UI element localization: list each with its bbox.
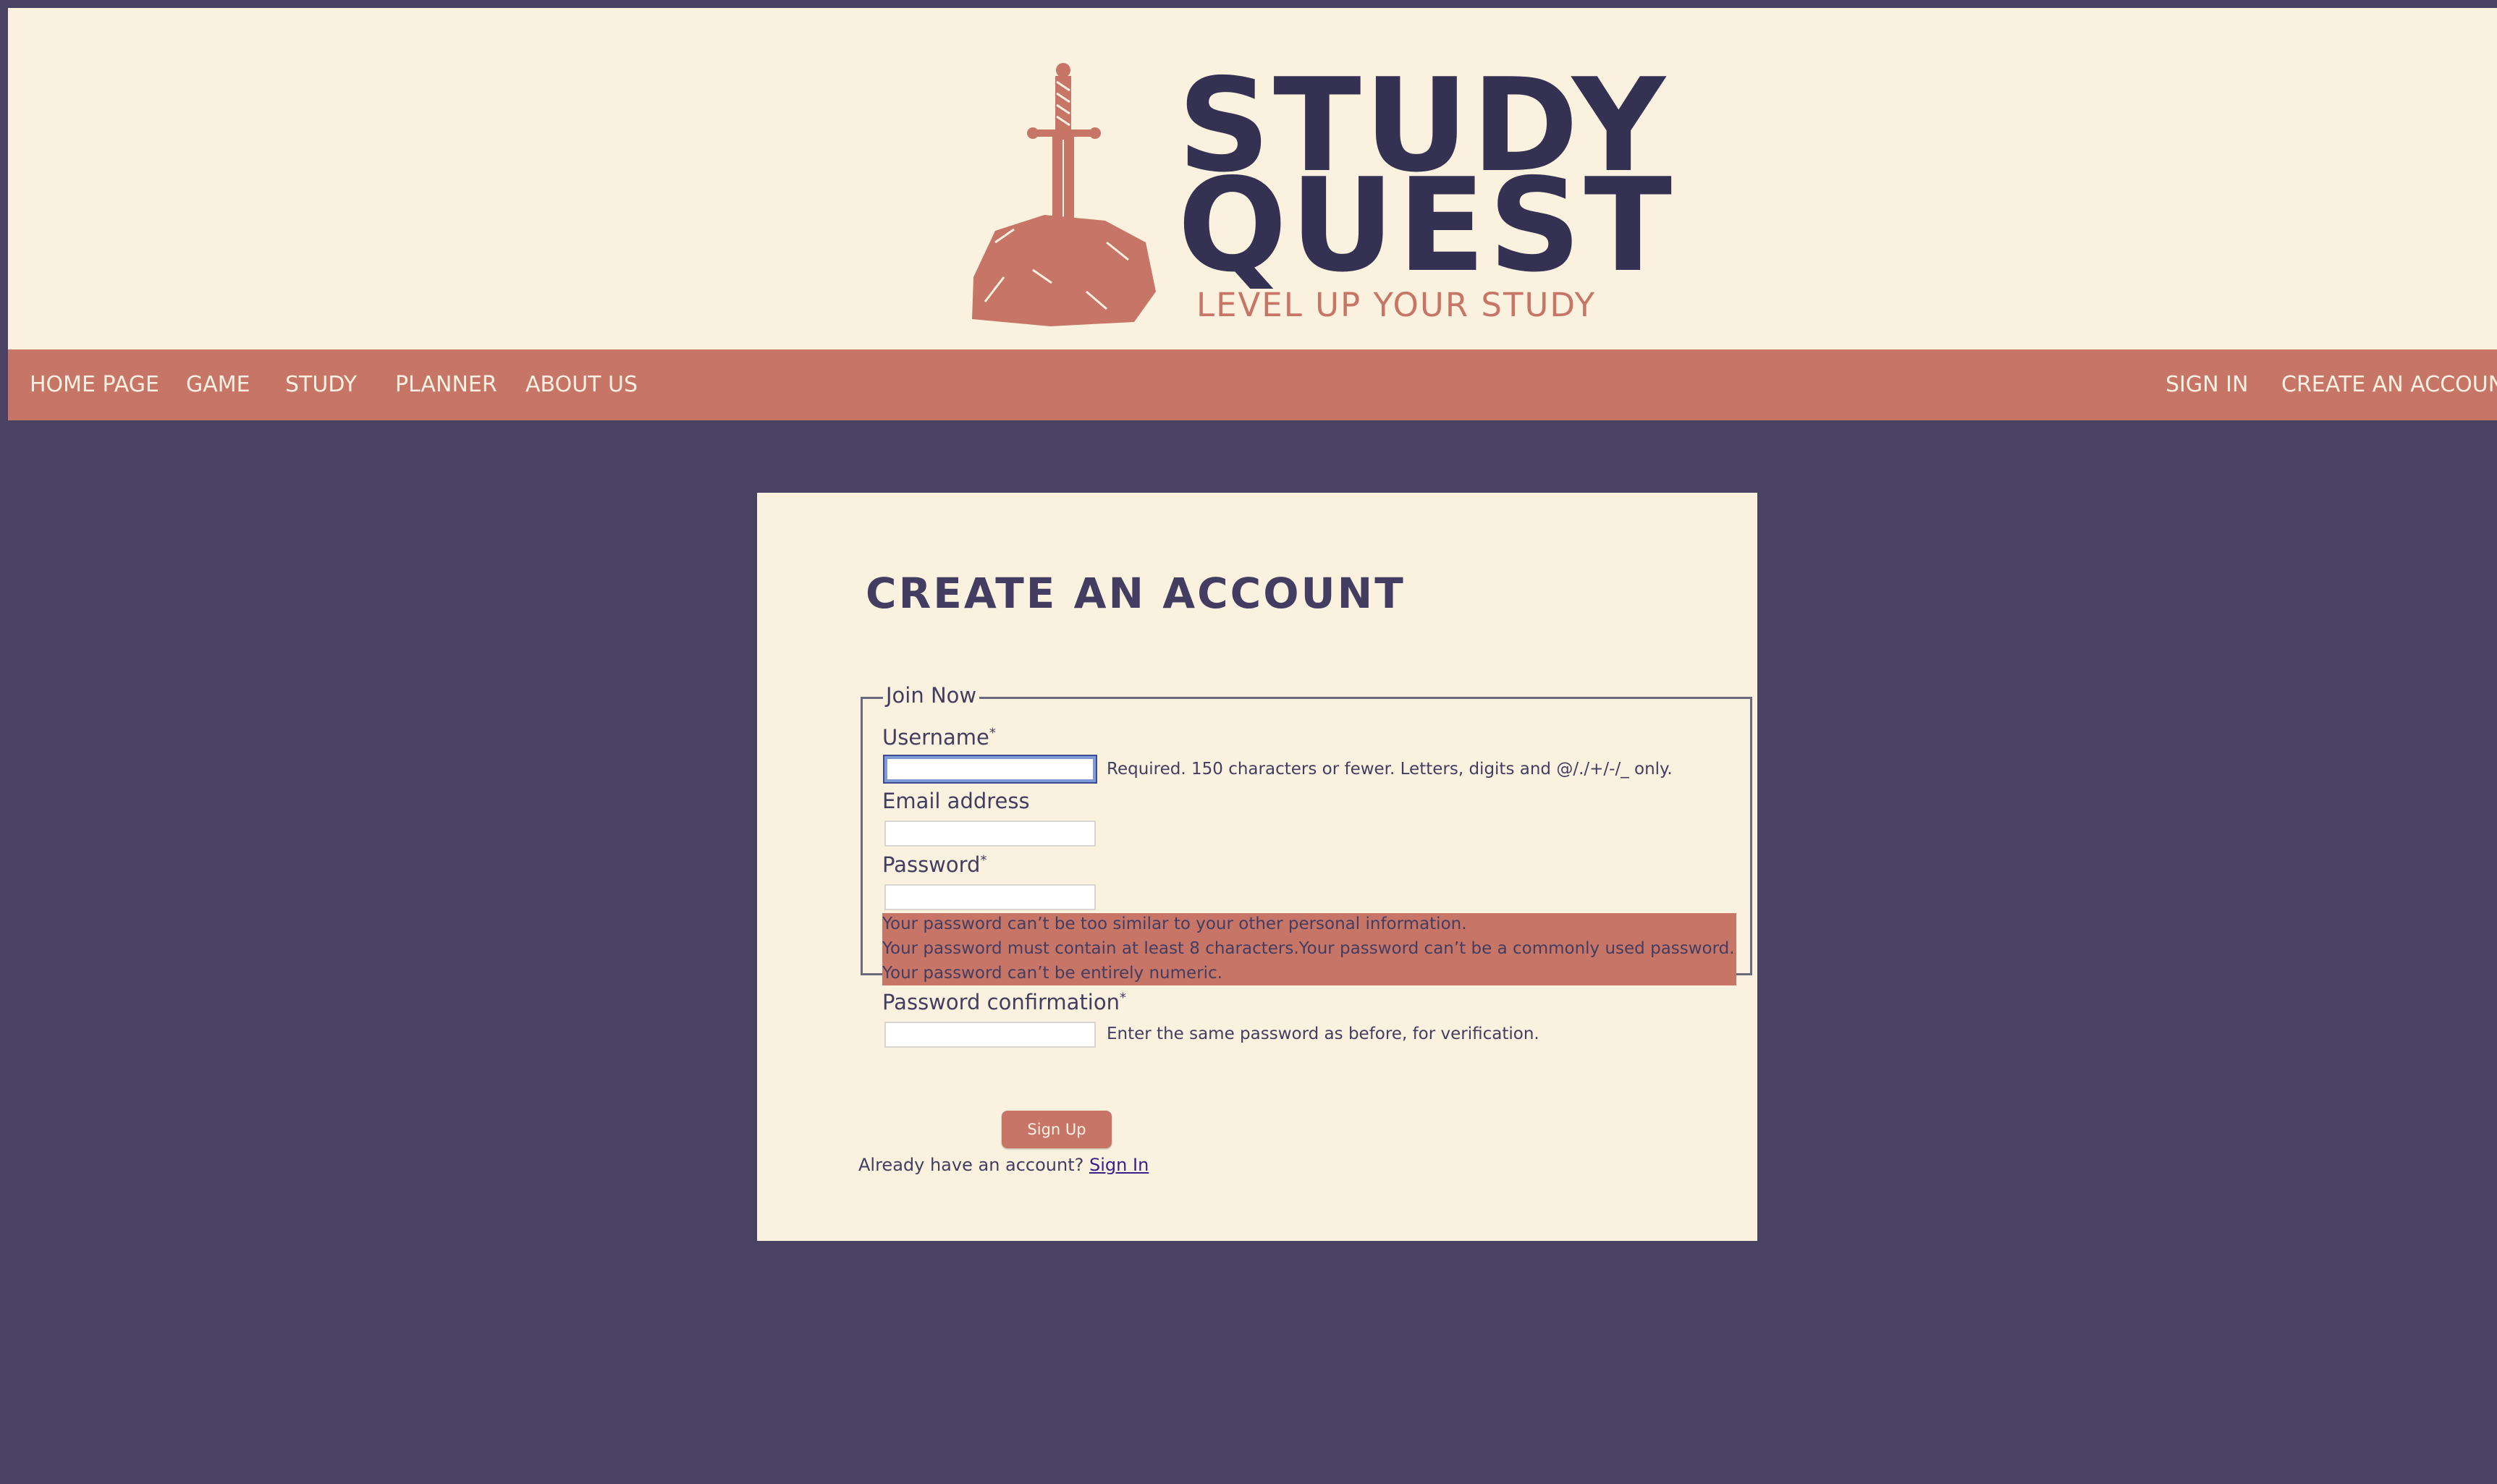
password-confirmation-help-text: Enter the same password as before, for v… xyxy=(1107,1025,1539,1043)
site-header: STUDY QUEST LEVEL UP YOUR STUDY xyxy=(8,8,2497,349)
nav-game[interactable]: GAME xyxy=(186,349,250,420)
nav-planner[interactable]: PLANNER xyxy=(395,349,497,420)
email-label: Email address xyxy=(882,789,1030,813)
password-input[interactable] xyxy=(884,884,1096,910)
password-error-item: Your password can’t be too similar to yo… xyxy=(882,915,1467,933)
main-navbar: HOME PAGE GAME STUDY PLANNER ABOUT US SI… xyxy=(8,349,2497,420)
required-marker: * xyxy=(989,725,996,741)
nav-sign-in[interactable]: SIGN IN xyxy=(2166,349,2248,420)
username-help-text: Required. 150 characters or fewer. Lette… xyxy=(1107,760,1673,779)
password-confirmation-label: Password confirmation* xyxy=(882,990,1126,1014)
brand-tagline: LEVEL UP YOUR STUDY xyxy=(1196,286,1597,324)
fieldset-legend: Join Now xyxy=(883,683,980,708)
page-title: CREATE AN ACCOUNT xyxy=(866,569,1406,618)
nav-home-page[interactable]: HOME PAGE xyxy=(30,349,159,420)
sign-in-link[interactable]: Sign In xyxy=(1089,1155,1149,1175)
required-marker: * xyxy=(980,852,987,868)
join-now-fieldset: Join Now Username* Required. 150 charact… xyxy=(861,683,1752,1048)
brand-name-line2: QUEST xyxy=(1178,150,1676,300)
already-have-account-text: Already have an account? Sign In xyxy=(858,1155,1149,1175)
password-error-item: Your password must contain at least 8 ch… xyxy=(882,939,1735,958)
password-label: Password* xyxy=(882,852,987,877)
nav-study[interactable]: STUDY xyxy=(285,349,357,420)
sword-in-stone-icon xyxy=(972,63,1156,326)
username-input[interactable] xyxy=(883,755,1097,784)
nav-create-account[interactable]: CREATE AN ACCOUNT xyxy=(2281,349,2497,420)
signup-card: CREATE AN ACCOUNT Join Now Username* Req… xyxy=(757,493,1757,1241)
sign-up-button[interactable]: Sign Up xyxy=(1002,1111,1112,1148)
password-error-item: Your password can’t be entirely numeric. xyxy=(882,964,1222,983)
nav-about-us[interactable]: ABOUT US xyxy=(525,349,638,420)
site-logo[interactable]: STUDY QUEST LEVEL UP YOUR STUDY xyxy=(963,53,1672,335)
email-input[interactable] xyxy=(884,821,1096,847)
required-marker: * xyxy=(1120,990,1126,1006)
username-label: Username* xyxy=(882,725,996,750)
password-confirmation-input[interactable] xyxy=(884,1022,1096,1048)
password-error-list: Your password can’t be too similar to yo… xyxy=(882,913,1736,985)
